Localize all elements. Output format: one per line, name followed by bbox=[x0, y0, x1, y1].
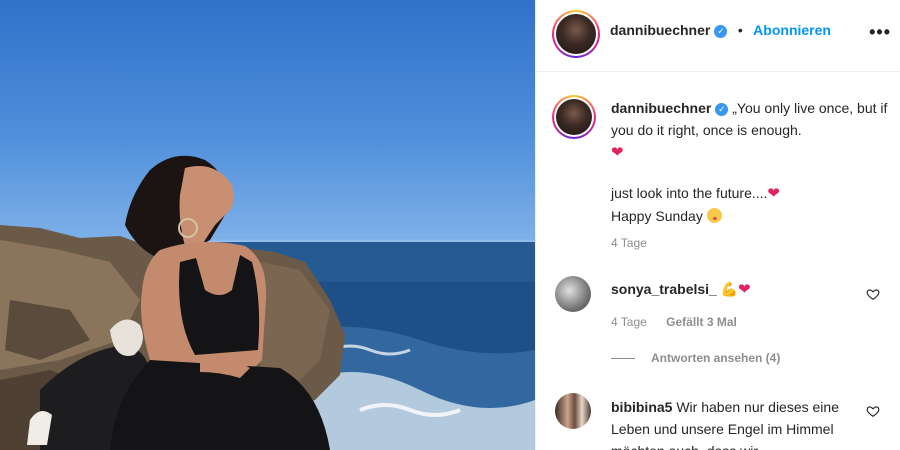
comment-1: sonya_trabelsi_ 💪❤ bbox=[611, 278, 751, 301]
post-caption: dannibuechner ✓ „You only live once, but … bbox=[611, 97, 891, 227]
comment-2: bibibina5 Wir haben nur dieses eine Lebe… bbox=[611, 396, 851, 450]
comment-username[interactable]: bibibina5 bbox=[611, 399, 672, 415]
post-side-panel: dannibuechner ✓ • Abonnieren ••• dannibue… bbox=[535, 0, 900, 450]
header-separator: • bbox=[737, 22, 743, 38]
post-photo[interactable] bbox=[0, 0, 535, 450]
kiss-face-emoji-icon bbox=[706, 208, 722, 223]
photo-scene bbox=[0, 155, 535, 450]
comment-1-meta: 4 Tage Gefällt 3 Mal bbox=[611, 315, 737, 329]
heart-emoji-icon: ❤ bbox=[611, 144, 624, 161]
header-username[interactable]: dannibuechner bbox=[610, 22, 710, 38]
more-options-icon[interactable]: ••• bbox=[869, 22, 891, 43]
verified-badge-icon: ✓ bbox=[714, 25, 728, 38]
comment-likes[interactable]: Gefällt 3 Mal bbox=[666, 315, 737, 329]
flexed-biceps-emoji-icon: 💪 bbox=[720, 281, 739, 297]
heart-emoji-icon: ❤ bbox=[738, 281, 751, 298]
post-header: dannibuechner ✓ • Abonnieren ••• bbox=[536, 0, 900, 72]
comment-age[interactable]: 4 Tage bbox=[611, 315, 647, 329]
follow-button[interactable]: Abonnieren bbox=[753, 22, 831, 38]
comment-avatar[interactable] bbox=[555, 276, 591, 312]
caption-avatar[interactable] bbox=[552, 95, 596, 139]
caption-username[interactable]: dannibuechner bbox=[611, 100, 711, 116]
replies-divider bbox=[611, 358, 635, 360]
comment-username[interactable]: sonya_trabelsi_ bbox=[611, 281, 717, 297]
verified-badge-icon: ✓ bbox=[715, 103, 729, 116]
heart-emoji-icon: ❤ bbox=[767, 185, 780, 202]
view-replies-label: Antworten ansehen (4) bbox=[651, 351, 781, 365]
header-identity: dannibuechner ✓ • Abonnieren bbox=[610, 22, 831, 40]
caption-age[interactable]: 4 Tage bbox=[611, 236, 647, 250]
caption-line-3: Happy Sunday bbox=[611, 208, 703, 224]
view-replies-button[interactable]: Antworten ansehen (4) bbox=[611, 351, 780, 365]
caption-line-2: just look into the future.... bbox=[611, 185, 768, 201]
like-heart-icon[interactable] bbox=[866, 287, 880, 301]
comment-avatar[interactable] bbox=[555, 393, 591, 429]
like-heart-icon[interactable] bbox=[866, 404, 880, 418]
header-avatar[interactable] bbox=[552, 10, 600, 58]
